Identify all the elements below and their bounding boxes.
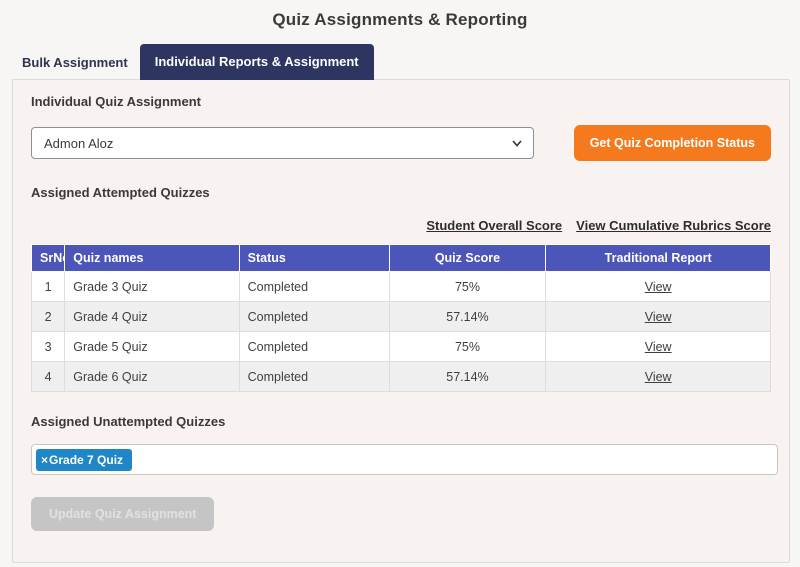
cell-report: View bbox=[546, 332, 771, 362]
view-report-link[interactable]: View bbox=[645, 280, 672, 294]
table-row: 4 Grade 6 Quiz Completed 57.14% View bbox=[32, 362, 771, 392]
cell-quiz-score: 57.14% bbox=[389, 362, 546, 392]
view-cumulative-rubrics-score-link[interactable]: View Cumulative Rubrics Score bbox=[576, 218, 771, 233]
header-traditional-report: Traditional Report bbox=[546, 245, 771, 272]
cell-quiz-name: Grade 3 Quiz bbox=[65, 272, 239, 302]
view-report-link[interactable]: View bbox=[645, 340, 672, 354]
table-header-row: SrNo Quiz names Status Quiz Score Tradit… bbox=[32, 245, 771, 272]
cell-srno: 3 bbox=[32, 332, 65, 362]
assigned-unattempted-quizzes-heading: Assigned Unattempted Quizzes bbox=[31, 414, 771, 429]
table-row: 3 Grade 5 Quiz Completed 75% View bbox=[32, 332, 771, 362]
student-select[interactable]: Admon Aloz bbox=[31, 127, 534, 159]
table-row: 1 Grade 3 Quiz Completed 75% View bbox=[32, 272, 771, 302]
chevron-down-icon bbox=[511, 137, 523, 149]
cell-srno: 4 bbox=[32, 362, 65, 392]
quiz-tag-label: Grade 7 Quiz bbox=[49, 453, 123, 467]
individual-quiz-assignment-heading: Individual Quiz Assignment bbox=[31, 94, 771, 109]
cell-report: View bbox=[546, 272, 771, 302]
cell-quiz-name: Grade 4 Quiz bbox=[65, 302, 239, 332]
quiz-tag-chip: × Grade 7 Quiz bbox=[36, 449, 132, 471]
page-title: Quiz Assignments & Reporting bbox=[0, 0, 800, 30]
table-row: 2 Grade 4 Quiz Completed 57.14% View bbox=[32, 302, 771, 332]
attempted-quizzes-table: SrNo Quiz names Status Quiz Score Tradit… bbox=[31, 244, 771, 392]
cell-quiz-score: 57.14% bbox=[389, 302, 546, 332]
view-report-link[interactable]: View bbox=[645, 310, 672, 324]
cell-status: Completed bbox=[239, 332, 389, 362]
cell-quiz-score: 75% bbox=[389, 332, 546, 362]
tab-bulk-assignment[interactable]: Bulk Assignment bbox=[10, 46, 140, 80]
view-report-link[interactable]: View bbox=[645, 370, 672, 384]
header-status: Status bbox=[239, 245, 389, 272]
tab-individual-reports[interactable]: Individual Reports & Assignment bbox=[140, 44, 374, 80]
tab-bar: Bulk Assignment Individual Reports & Ass… bbox=[10, 44, 800, 80]
cell-status: Completed bbox=[239, 362, 389, 392]
header-quiz-score: Quiz Score bbox=[389, 245, 546, 272]
score-links-row: Student Overall Score View Cumulative Ru… bbox=[31, 218, 771, 233]
cell-quiz-name: Grade 5 Quiz bbox=[65, 332, 239, 362]
cell-report: View bbox=[546, 362, 771, 392]
get-quiz-completion-status-button[interactable]: Get Quiz Completion Status bbox=[574, 125, 771, 161]
cell-quiz-name: Grade 6 Quiz bbox=[65, 362, 239, 392]
student-select-row: Admon Aloz Get Quiz Completion Status bbox=[31, 127, 771, 161]
header-srno: SrNo bbox=[32, 245, 65, 272]
cell-report: View bbox=[546, 302, 771, 332]
cell-status: Completed bbox=[239, 272, 389, 302]
remove-tag-icon[interactable]: × bbox=[41, 453, 48, 467]
content-panel: Individual Quiz Assignment Admon Aloz Ge… bbox=[12, 79, 790, 563]
student-select-value: Admon Aloz bbox=[44, 136, 113, 151]
cell-srno: 1 bbox=[32, 272, 65, 302]
header-quiz-names: Quiz names bbox=[65, 245, 239, 272]
unattempted-quizzes-input[interactable]: × Grade 7 Quiz bbox=[31, 444, 778, 475]
cell-srno: 2 bbox=[32, 302, 65, 332]
cell-quiz-score: 75% bbox=[389, 272, 546, 302]
update-quiz-assignment-button[interactable]: Update Quiz Assignment bbox=[31, 497, 214, 531]
assigned-attempted-quizzes-heading: Assigned Attempted Quizzes bbox=[31, 185, 771, 200]
student-overall-score-link[interactable]: Student Overall Score bbox=[426, 218, 562, 233]
cell-status: Completed bbox=[239, 302, 389, 332]
